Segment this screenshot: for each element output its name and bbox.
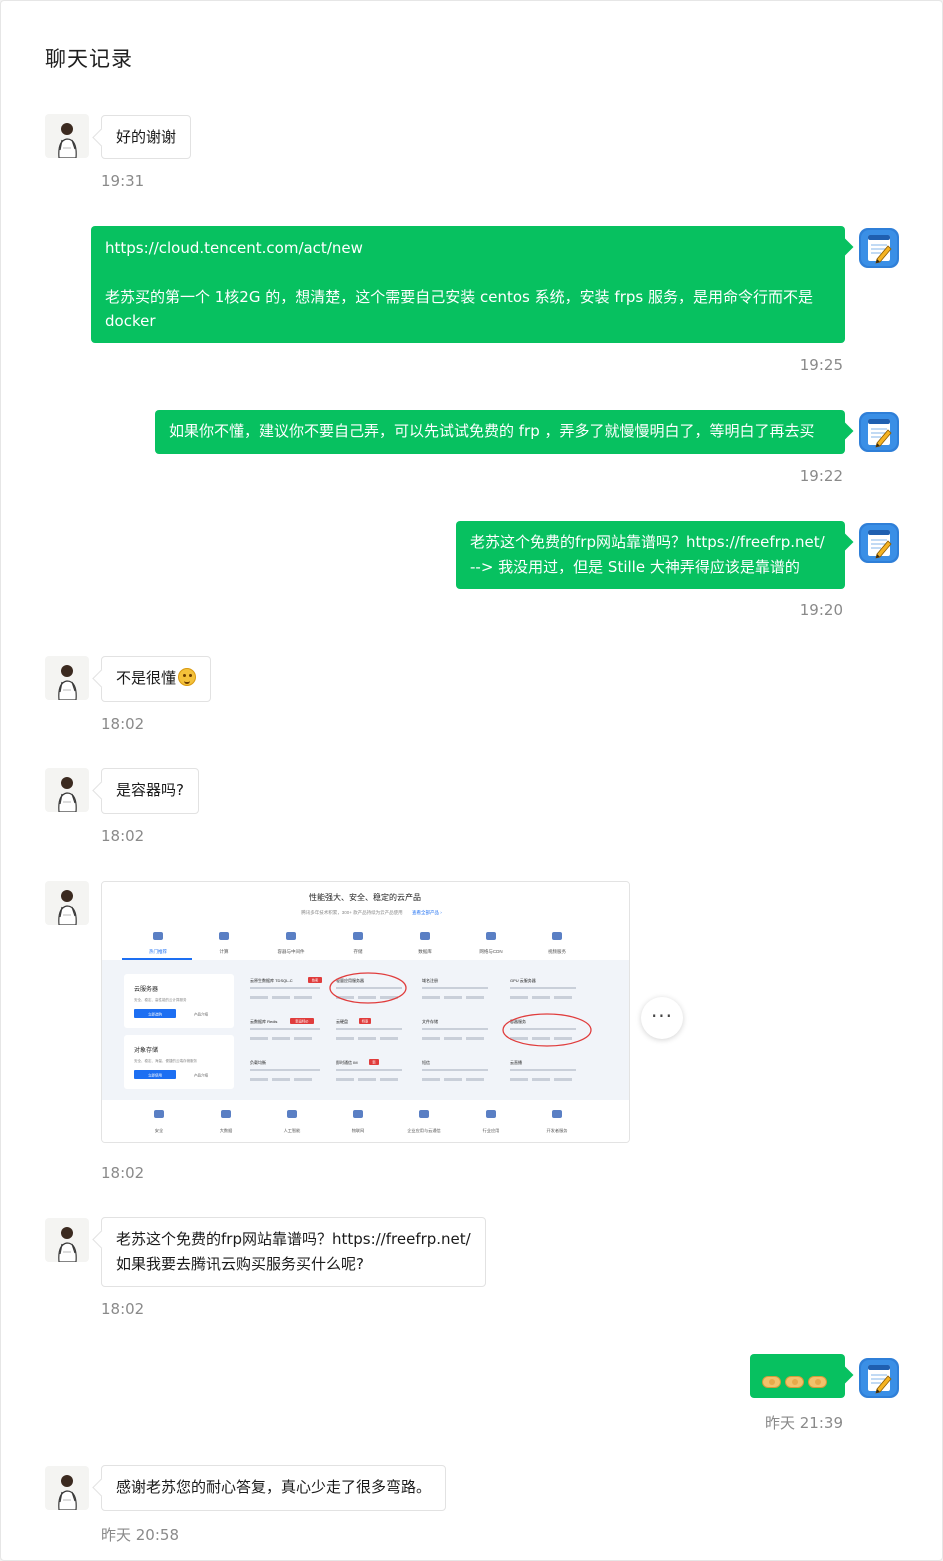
incoming-message-bubble[interactable]: 老苏这个免费的frp网站靠谱吗？https://freefrp.net/ 如果我… bbox=[101, 1217, 486, 1287]
self-avatar[interactable] bbox=[857, 1356, 901, 1400]
message-text: 如果你不懂，建议你不要自己弄，可以先试试免费的 frp ，弄多了就慢慢明白了，等… bbox=[169, 422, 815, 440]
image-tab: 计算 bbox=[220, 948, 229, 955]
image-product: GPU 云服务器 bbox=[510, 977, 536, 983]
image-product: 云原生数据库 TDSQL-C bbox=[250, 977, 293, 983]
image-product: 云直播 bbox=[510, 1059, 522, 1065]
message-timestamp: 18:02 bbox=[101, 827, 145, 845]
message-text: 是容器吗? bbox=[116, 781, 184, 799]
message-timestamp: 18:02 bbox=[101, 1164, 145, 1182]
contact-avatar[interactable] bbox=[45, 1218, 89, 1262]
smile-emoji-icon bbox=[178, 668, 197, 686]
image-subheading: 腾讯多年技术积累，300+ 款产品持续为云产品使用 bbox=[301, 909, 402, 916]
message-timestamp: 18:02 bbox=[101, 1300, 145, 1318]
image-bottom-tab: 行业应用 bbox=[483, 1127, 500, 1134]
message-timestamp: 昨天 21:39 bbox=[765, 1414, 843, 1432]
message-timestamp: 19:22 bbox=[799, 467, 843, 485]
incoming-message-bubble[interactable]: 好的谢谢 bbox=[101, 115, 192, 159]
message-line: --> 我没用过，但是 Stille 大神弄得应该是靠谱的 bbox=[470, 557, 800, 576]
message-line: 老苏这个免费的frp网站靠谱吗？https://freefrp.net/ bbox=[470, 533, 825, 551]
image-message[interactable]: 性能强大、安全、稳定的云产品 腾讯多年技术积累，300+ 款产品持续为云产品使用… bbox=[101, 881, 630, 1143]
image-card-desc: 安全、稳定、海量、便捷的云端存储服务 bbox=[134, 1058, 197, 1063]
image-product: 短信 bbox=[422, 1059, 430, 1065]
image-link: 查看全部产品 › bbox=[412, 909, 442, 916]
image-product: 负载均衡 bbox=[250, 1059, 266, 1065]
image-product: 文件存储 bbox=[422, 1018, 438, 1024]
image-tab: 数据库 bbox=[418, 948, 432, 955]
message-timestamp: 昨天 20:58 bbox=[101, 1526, 179, 1544]
contact-avatar[interactable] bbox=[45, 881, 89, 925]
image-product: 容器服务 bbox=[510, 1018, 526, 1024]
handshake-emoji-icon bbox=[785, 1375, 804, 1388]
chat-history-panel: 聊天记录 好的谢谢 19:31 https://cloud.tencent.co… bbox=[0, 0, 943, 1561]
incoming-message-bubble[interactable]: 感谢老苏您的耐心答复，真心少走了很多弯路。 bbox=[101, 1465, 447, 1511]
image-card-link: 产品介绍 bbox=[194, 1073, 208, 1078]
self-avatar[interactable] bbox=[857, 410, 901, 454]
outgoing-message-bubble[interactable]: https://cloud.tencent.com/act/new 老苏买的第一… bbox=[91, 226, 845, 343]
outgoing-message-bubble[interactable]: 老苏这个免费的frp网站靠谱吗？https://freefrp.net/ -->… bbox=[456, 521, 845, 589]
image-product: 域名注册 bbox=[422, 977, 438, 983]
outgoing-message-bubble[interactable] bbox=[750, 1354, 845, 1398]
image-heading: 性能强大、安全、稳定的云产品 bbox=[309, 892, 421, 902]
image-product-tag: 特惠 bbox=[362, 1019, 369, 1024]
image-card-link: 产品介绍 bbox=[194, 1012, 208, 1017]
self-avatar[interactable] bbox=[857, 226, 901, 270]
self-avatar[interactable] bbox=[857, 521, 901, 565]
message-link[interactable]: https://cloud.tencent.com/act/new bbox=[105, 236, 831, 261]
handshake-emoji-icon bbox=[762, 1375, 781, 1388]
image-bottom-tab: 人工智能 bbox=[284, 1127, 302, 1134]
message-text: 不是很懂 bbox=[116, 669, 177, 687]
image-bottom-tab: 大数据 bbox=[220, 1127, 233, 1134]
message-line: 如果我要去腾讯云购买服务买什么呢? bbox=[116, 1255, 364, 1273]
image-product: 云硬盘 bbox=[336, 1018, 348, 1024]
contact-avatar[interactable] bbox=[45, 114, 89, 158]
outgoing-message-bubble[interactable]: 如果你不懂，建议你不要自己弄，可以先试试免费的 frp ，弄多了就慢慢明白了，等… bbox=[155, 410, 845, 454]
contact-avatar[interactable] bbox=[45, 1466, 89, 1510]
image-card-button: 立即选购 bbox=[148, 1012, 162, 1017]
page-title: 聊天记录 bbox=[45, 47, 133, 71]
contact-avatar[interactable] bbox=[45, 656, 89, 700]
image-product-tag: 新品特价 bbox=[295, 1019, 309, 1024]
image-tab: 网络与CDN bbox=[479, 948, 502, 955]
incoming-message-bubble[interactable]: 是容器吗? bbox=[101, 768, 199, 814]
image-tab: 存储 bbox=[354, 948, 363, 955]
image-product-tag: 热卖 bbox=[312, 978, 319, 983]
image-bottom-tab: 企业应用与云通信 bbox=[407, 1127, 441, 1134]
more-options-button[interactable]: ··· bbox=[641, 997, 683, 1039]
image-bottom-tab: 物联网 bbox=[352, 1127, 365, 1134]
image-tab: 热门推荐 bbox=[149, 948, 167, 955]
image-product: 即时通信 IM bbox=[336, 1059, 358, 1065]
image-card-desc: 安全、稳定、高性能的云计算服务 bbox=[134, 997, 187, 1002]
message-timestamp: 19:25 bbox=[799, 356, 843, 374]
message-text: 感谢老苏您的耐心答复，真心少走了很多弯路。 bbox=[116, 1478, 432, 1496]
image-bottom-tab: 开发者服务 bbox=[547, 1127, 569, 1134]
contact-avatar[interactable] bbox=[45, 768, 89, 812]
image-bottom-tab: 安全 bbox=[155, 1127, 164, 1134]
handshake-emoji-icon bbox=[808, 1375, 827, 1388]
incoming-message-bubble[interactable]: 不是很懂 bbox=[101, 656, 212, 702]
image-tab: 容器与中间件 bbox=[278, 948, 305, 955]
message-timestamp: 18:02 bbox=[101, 715, 145, 733]
message-timestamp: 19:31 bbox=[101, 172, 145, 190]
message-line: 老苏这个免费的frp网站靠谱吗？https://freefrp.net/ bbox=[116, 1230, 471, 1248]
message-text: 老苏买的第一个 1核2G 的，想清楚，这个需要自己安装 centos 系统，安装… bbox=[105, 287, 813, 331]
image-card-title: 对象存储 bbox=[134, 1046, 158, 1054]
image-tab: 视频服务 bbox=[548, 948, 566, 955]
image-product: 云数据库 Redis bbox=[250, 1018, 277, 1024]
message-timestamp: 19:20 bbox=[799, 601, 843, 619]
message-text: 好的谢谢 bbox=[116, 128, 177, 146]
image-card-button: 立即使用 bbox=[148, 1073, 162, 1078]
image-card-title: 云服务器 bbox=[134, 985, 158, 993]
